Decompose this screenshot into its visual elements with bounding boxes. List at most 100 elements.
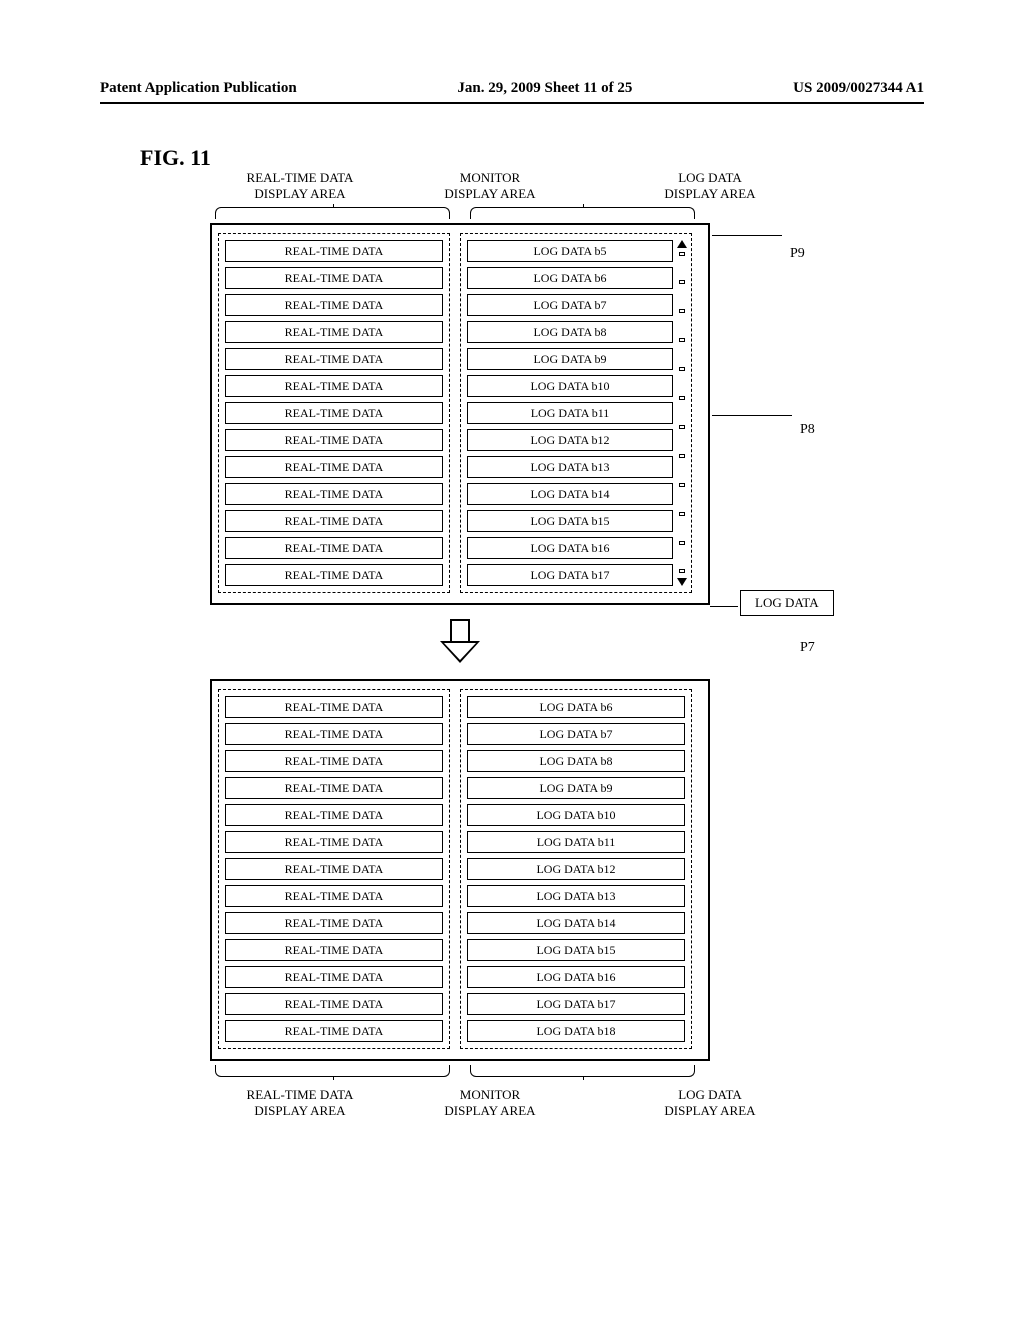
realtime-data-row: REAL-TIME DATA [225, 696, 443, 718]
log-data-row: LOG DATA b15 [467, 939, 685, 961]
realtime-data-row: REAL-TIME DATA [225, 537, 443, 559]
realtime-data-row: REAL-TIME DATA [225, 321, 443, 343]
log-data-row: LOG DATA b11 [467, 402, 673, 424]
top-braces [100, 207, 940, 221]
log-data-row: LOG DATA b17 [467, 564, 673, 586]
label-log-area-bottom: LOG DATA DISPLAY AREA [620, 1087, 800, 1120]
scroll-tick [679, 569, 685, 573]
scroll-up-arrow-icon[interactable] [677, 240, 687, 248]
header-left: Patent Application Publication [100, 80, 297, 97]
monitor-display-area-top: REAL-TIME DATA REAL-TIME DATA REAL-TIME DA… [210, 223, 710, 605]
log-data-row: LOG DATA b12 [467, 858, 685, 880]
realtime-data-row: REAL-TIME DATA [225, 456, 443, 478]
scroll-tick [679, 309, 685, 313]
realtime-data-row: REAL-TIME DATA [225, 939, 443, 961]
scroll-tick [679, 483, 685, 487]
figure-label: FIG. 11 [140, 145, 211, 171]
page-header: Patent Application Publication Jan. 29, … [100, 80, 924, 97]
realtime-data-row: REAL-TIME DATA [225, 294, 443, 316]
top-area-labels: REAL-TIME DATA DISPLAY AREA MONITOR DISP… [100, 170, 940, 203]
label-log-area: LOG DATA DISPLAY AREA [620, 170, 800, 203]
realtime-data-row: REAL-TIME DATA [225, 993, 443, 1015]
log-data-row: LOG DATA b15 [467, 510, 673, 532]
log-data-row: LOG DATA b13 [467, 456, 673, 478]
realtime-data-row: REAL-TIME DATA [225, 267, 443, 289]
transition-down-arrow-icon [440, 619, 480, 665]
log-data-row: LOG DATA b7 [467, 294, 673, 316]
log-data-row: LOG DATA b11 [467, 831, 685, 853]
log-data-row: LOG DATA b18 [467, 1020, 685, 1042]
log-data-display-area-top: LOG DATA b5 LOG DATA b6 LOG DATA b7 LOG DAT… [460, 233, 692, 593]
log-data-row: LOG DATA b8 [467, 750, 685, 772]
label-monitor-area: MONITOR DISPLAY AREA [420, 170, 560, 203]
brace-realtime [215, 207, 450, 219]
callout-p9: P9 [790, 246, 805, 262]
realtime-data-row: REAL-TIME DATA [225, 831, 443, 853]
scroll-down-arrow-icon[interactable] [677, 578, 687, 586]
scroll-tick [679, 396, 685, 400]
scroll-tick [679, 454, 685, 458]
log-data-row: LOG DATA b5 [467, 240, 673, 262]
realtime-data-row: REAL-TIME DATA [225, 240, 443, 262]
log-data-row: LOG DATA b14 [467, 483, 673, 505]
scroll-tick [679, 338, 685, 342]
log-data-display-area-bottom: LOG DATA b6 LOG DATA b7 LOG DATA b8 LOG DAT… [460, 689, 692, 1049]
bottom-area-labels: REAL-TIME DATA DISPLAY AREA MONITOR DISP… [100, 1087, 940, 1120]
scroll-tick [679, 425, 685, 429]
lead-p9 [712, 235, 782, 236]
realtime-data-display-area-top: REAL-TIME DATA REAL-TIME DATA REAL-TIME DA… [218, 233, 450, 593]
log-scrollbar[interactable] [677, 240, 687, 586]
log-data-row: LOG DATA b16 [467, 966, 685, 988]
header-rule [100, 102, 924, 104]
log-data-entry-external: LOG DATA [740, 590, 834, 616]
log-data-row: LOG DATA b13 [467, 885, 685, 907]
header-center: Jan. 29, 2009 Sheet 11 of 25 [457, 80, 632, 97]
log-data-row: LOG DATA b6 [467, 267, 673, 289]
realtime-data-row: REAL-TIME DATA [225, 966, 443, 988]
realtime-data-row: REAL-TIME DATA [225, 858, 443, 880]
realtime-data-row: REAL-TIME DATA [225, 483, 443, 505]
realtime-data-display-area-bottom: REAL-TIME DATA REAL-TIME DATA REAL-TIME DA… [218, 689, 450, 1049]
realtime-data-row: REAL-TIME DATA [225, 750, 443, 772]
log-data-row: LOG DATA b8 [467, 321, 673, 343]
scroll-tick [679, 252, 685, 256]
realtime-data-row: REAL-TIME DATA [225, 402, 443, 424]
label-realtime-area-bottom: REAL-TIME DATA DISPLAY AREA [200, 1087, 400, 1120]
brace-log-bottom [470, 1065, 695, 1077]
log-data-row: LOG DATA b6 [467, 696, 685, 718]
realtime-data-row: REAL-TIME DATA [225, 912, 443, 934]
log-data-row: LOG DATA b7 [467, 723, 685, 745]
log-data-row: LOG DATA b12 [467, 429, 673, 451]
realtime-data-row: REAL-TIME DATA [225, 348, 443, 370]
log-data-row: LOG DATA b10 [467, 804, 685, 826]
callout-p7-box: LOG DATA [740, 590, 834, 616]
log-data-row: LOG DATA b14 [467, 912, 685, 934]
lead-p7 [710, 606, 738, 607]
realtime-data-row: REAL-TIME DATA [225, 885, 443, 907]
realtime-data-row: REAL-TIME DATA [225, 723, 443, 745]
realtime-data-row: REAL-TIME DATA [225, 777, 443, 799]
brace-log [470, 207, 695, 219]
log-data-row: LOG DATA b16 [467, 537, 673, 559]
scroll-tick [679, 512, 685, 516]
realtime-data-row: REAL-TIME DATA [225, 1020, 443, 1042]
realtime-data-row: REAL-TIME DATA [225, 375, 443, 397]
scroll-tick [679, 280, 685, 284]
scroll-tick [679, 541, 685, 545]
label-realtime-area: REAL-TIME DATA DISPLAY AREA [200, 170, 400, 203]
callout-p7: P7 [800, 640, 815, 656]
scroll-tick [679, 367, 685, 371]
realtime-data-row: REAL-TIME DATA [225, 510, 443, 532]
bottom-braces [100, 1063, 940, 1077]
header-right: US 2009/0027344 A1 [793, 80, 924, 97]
realtime-data-row: REAL-TIME DATA [225, 429, 443, 451]
realtime-data-row: REAL-TIME DATA [225, 564, 443, 586]
log-data-row: LOG DATA b9 [467, 348, 673, 370]
log-data-row: LOG DATA b9 [467, 777, 685, 799]
realtime-data-row: REAL-TIME DATA [225, 804, 443, 826]
label-monitor-area-bottom: MONITOR DISPLAY AREA [420, 1087, 560, 1120]
monitor-display-area-bottom: REAL-TIME DATA REAL-TIME DATA REAL-TIME DA… [210, 679, 710, 1061]
lead-p8 [712, 415, 792, 416]
figure-11-diagram: REAL-TIME DATA DISPLAY AREA MONITOR DISP… [100, 170, 940, 1119]
scroll-ticks [679, 252, 685, 574]
